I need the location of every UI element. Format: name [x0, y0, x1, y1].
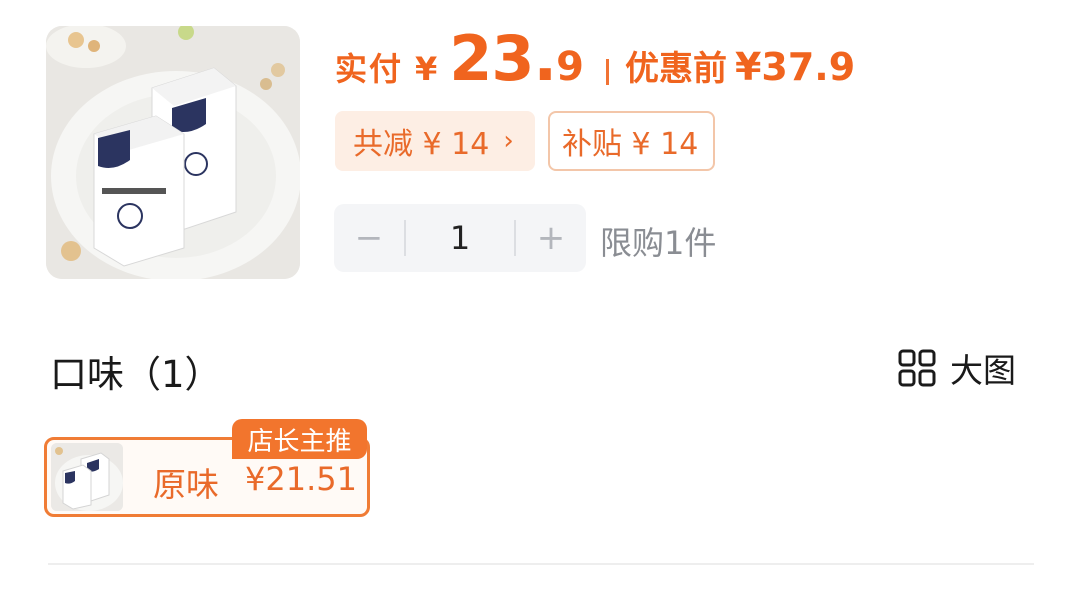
quantity-stepper: − 1 + [334, 204, 586, 272]
chevron-right-icon: › [503, 126, 514, 156]
flavor-option-name: 原味 [153, 465, 219, 504]
original-price-label: 优惠前 [624, 49, 727, 89]
quantity-value[interactable]: 1 [406, 219, 514, 257]
price-decimal: 9 [556, 44, 584, 90]
subsidy-tag: 补贴 ¥ 14 [548, 111, 715, 171]
subsidy-label: 补贴 ¥ 14 [562, 127, 699, 162]
price-integer: 23. [449, 22, 557, 95]
pay-label: 实付 [335, 50, 404, 88]
big-image-button[interactable]: 大图 [898, 346, 1016, 390]
flavor-thumbnail [51, 443, 123, 511]
product-image[interactable] [46, 26, 300, 279]
price-row: 实付 ¥ 23. 9 优惠前 ¥37.9 [335, 22, 975, 102]
original-price: ¥37.9 [734, 45, 856, 89]
increment-button[interactable]: + [516, 204, 586, 272]
price-separator [605, 59, 609, 85]
discount-tag[interactable]: 共减 ¥ 14 › [335, 111, 535, 171]
purchase-limit: 限购1件 [600, 224, 717, 262]
recommend-badge: 店长主推 [232, 419, 367, 459]
decrement-button[interactable]: − [334, 204, 404, 272]
section-divider [48, 563, 1034, 565]
grid-icon [898, 349, 936, 387]
currency-symbol: ¥ [415, 50, 438, 88]
flavor-option-price: ¥21.51 [245, 460, 357, 498]
big-image-label: 大图 [950, 351, 1016, 390]
discount-label: 共减 ¥ 14 [353, 127, 490, 162]
flavor-section-title: 口味（1） [50, 353, 222, 396]
